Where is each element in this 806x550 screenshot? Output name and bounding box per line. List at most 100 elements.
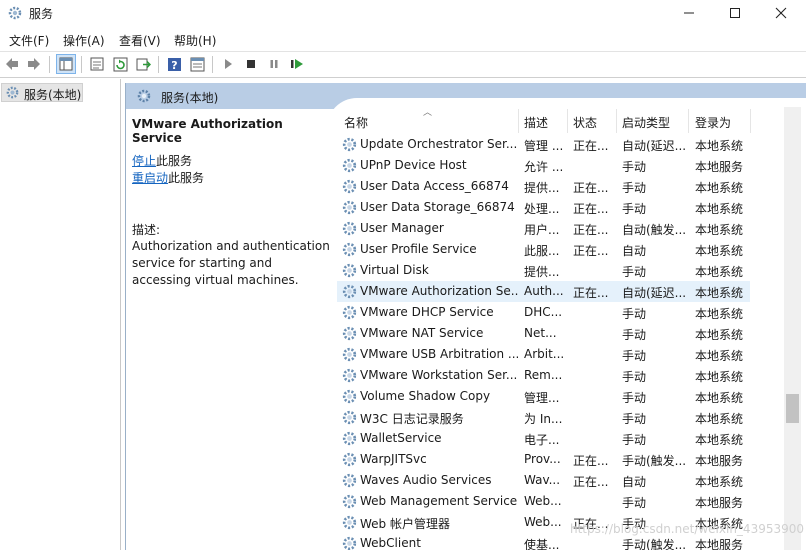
show-console-tree-icon[interactable] (56, 54, 76, 74)
tree-node-services-local[interactable]: 服务(本地) (1, 83, 83, 102)
pause-service-icon[interactable] (265, 55, 283, 73)
table-row[interactable]: User Manager 用户... 正在... 自动(触发... 本地系统 (337, 218, 750, 239)
restart-service-icon[interactable] (288, 55, 306, 73)
table-row[interactable]: UPnP Device Host 允许 ... 手动 本地服务 (337, 155, 750, 176)
table-row[interactable]: WarpJITSvc Prov... 正在... 手动(触发... 本地服务 (337, 449, 750, 470)
service-name-cell: VMware DHCP Service (360, 305, 494, 319)
service-name-cell: User Data Access_66874 (360, 179, 509, 193)
menu-action[interactable]: 操作(A) (63, 32, 105, 49)
service-name-cell: Web Management Service (360, 494, 518, 508)
menu-view[interactable]: 查看(V) (119, 32, 161, 49)
table-row[interactable]: VMware USB Arbitration ... Arbit... 手动 本地系统 (337, 344, 750, 365)
panel-header: 服务(本地) (126, 83, 806, 109)
minimize-icon[interactable] (666, 0, 712, 26)
stop-service-link[interactable]: 停止 (132, 154, 156, 168)
services-list: ︿ 名称 描述 状态 启动类型 登录为 Update Orchestrator … (337, 107, 784, 550)
service-startup-cell: 手动(触发... (622, 454, 687, 468)
column-header-desc[interactable]: 描述 (524, 114, 548, 131)
service-startup-cell: 自动(延迟... (622, 139, 687, 153)
service-startup-cell: 自动(触发... (622, 223, 687, 237)
toolbar: ? (0, 51, 806, 78)
menu-help[interactable]: 帮助(H) (174, 32, 216, 49)
service-desc-cell: 提供... (524, 265, 560, 279)
menu-file[interactable]: 文件(F) (9, 32, 49, 49)
panel-header-label: 服务(本地) (161, 91, 219, 105)
service-gear-icon (341, 514, 358, 531)
help-icon[interactable]: ? (165, 55, 183, 73)
service-logon-cell: 本地系统 (695, 328, 744, 342)
table-row[interactable]: Update Orchestrator Ser... 管理 ... 正在... 自动(… (337, 134, 750, 155)
service-name-cell: WebClient (360, 536, 421, 550)
table-row[interactable]: VMware Workstation Ser... Rem... 手动 本地系统 (337, 365, 750, 386)
column-header-logon[interactable]: 登录为 (695, 114, 731, 131)
column-header: ︿ 名称 描述 状态 启动类型 登录为 (337, 107, 784, 135)
service-status-cell: 正在... (573, 181, 609, 195)
column-header-name[interactable]: 名称 (344, 114, 368, 131)
service-logon-cell: 本地系统 (695, 202, 744, 216)
start-service-icon[interactable] (219, 55, 237, 73)
restart-service-link[interactable]: 重启动 (132, 171, 168, 185)
svg-text:?: ? (171, 59, 177, 72)
service-desc-cell: Wav... (524, 473, 561, 487)
service-name-cell: Virtual Disk (360, 263, 429, 277)
back-arrow-icon[interactable] (3, 55, 21, 73)
maximize-icon[interactable] (712, 0, 758, 26)
service-desc-cell: Arbit... (524, 347, 565, 361)
table-row[interactable]: VMware NAT Service Net... 手动 本地系统 (337, 323, 750, 344)
vertical-scrollbar[interactable] (784, 107, 801, 550)
export-list-icon[interactable] (88, 55, 106, 73)
service-status-cell: 正在... (573, 244, 609, 258)
service-desc-cell: 管理... (524, 391, 560, 405)
service-logon-cell: 本地系统 (695, 475, 744, 489)
service-startup-cell: 手动 (622, 370, 647, 384)
table-row[interactable]: VMware Authorization Se... Auth... 正在... 自动… (337, 281, 750, 302)
service-startup-cell: 手动 (622, 412, 647, 426)
service-name-cell: WalletService (360, 431, 442, 445)
service-name-cell: Waves Audio Services (360, 473, 492, 487)
service-logon-cell: 本地系统 (695, 223, 744, 237)
column-header-status[interactable]: 状态 (573, 114, 597, 131)
title-bar: 服务 (0, 0, 806, 28)
export-icon[interactable] (134, 55, 152, 73)
table-row[interactable]: User Data Access_66874 提供... 正在... 手动 本地系统 (337, 176, 750, 197)
close-icon[interactable] (758, 0, 804, 26)
service-name-cell: User Manager (360, 221, 444, 235)
service-startup-cell: 自动 (622, 475, 647, 489)
service-logon-cell: 本地系统 (695, 433, 744, 447)
service-startup-cell: 手动 (622, 160, 647, 174)
sort-ascending-icon: ︿ (423, 108, 433, 118)
service-gear-icon (341, 325, 358, 342)
stop-service-icon[interactable] (242, 55, 260, 73)
services-gear-icon (136, 88, 152, 104)
forward-arrow-icon[interactable] (25, 55, 43, 73)
service-startup-cell: 手动 (622, 328, 647, 342)
service-status-cell: 正在... (573, 454, 609, 468)
service-name-cell: VMware USB Arbitration ... (360, 347, 518, 361)
table-row[interactable]: Web Management Service Web... 手动 本地服务 (337, 491, 750, 512)
service-logon-cell: 本地系统 (695, 244, 744, 258)
table-row[interactable]: Volume Shadow Copy 管理... 手动 本地系统 (337, 386, 750, 407)
scrollbar-thumb[interactable] (786, 394, 799, 423)
table-row[interactable]: W3C 日志记录服务 为 In... 手动 本地系统 (337, 407, 750, 428)
service-logon-cell: 本地服务 (695, 538, 744, 550)
service-gear-icon (341, 493, 358, 510)
service-gear-icon (341, 451, 358, 468)
column-header-startup[interactable]: 启动类型 (622, 114, 670, 131)
table-row[interactable]: Virtual Disk 提供... 手动 本地系统 (337, 260, 750, 281)
table-row[interactable]: VMware DHCP Service DHC... 手动 本地系统 (337, 302, 750, 323)
service-startup-cell: 手动 (622, 496, 647, 510)
service-startup-cell: 手动 (622, 433, 647, 447)
service-logon-cell: 本地系统 (695, 412, 744, 426)
service-status-cell: 正在... (573, 223, 609, 237)
service-details: VMware Authorization Service 停止此服务 重启动此服… (126, 109, 330, 550)
refresh-icon[interactable] (111, 55, 129, 73)
service-startup-cell: 手动 (622, 307, 647, 321)
table-row[interactable]: Waves Audio Services Wav... 正在... 自动 本地系统 (337, 470, 750, 491)
table-row[interactable]: User Profile Service 此服... 正在... 自动 本地系统 (337, 239, 750, 260)
table-row[interactable]: User Data Storage_66874 处理... 正在... 手动 本地系统 (337, 197, 750, 218)
service-logon-cell: 本地系统 (695, 349, 744, 363)
table-row[interactable]: WalletService 电子... 手动 本地系统 (337, 428, 750, 449)
service-logon-cell: 本地系统 (695, 391, 744, 405)
service-desc-cell: 允许 ... (524, 160, 564, 174)
properties-icon[interactable] (188, 55, 206, 73)
